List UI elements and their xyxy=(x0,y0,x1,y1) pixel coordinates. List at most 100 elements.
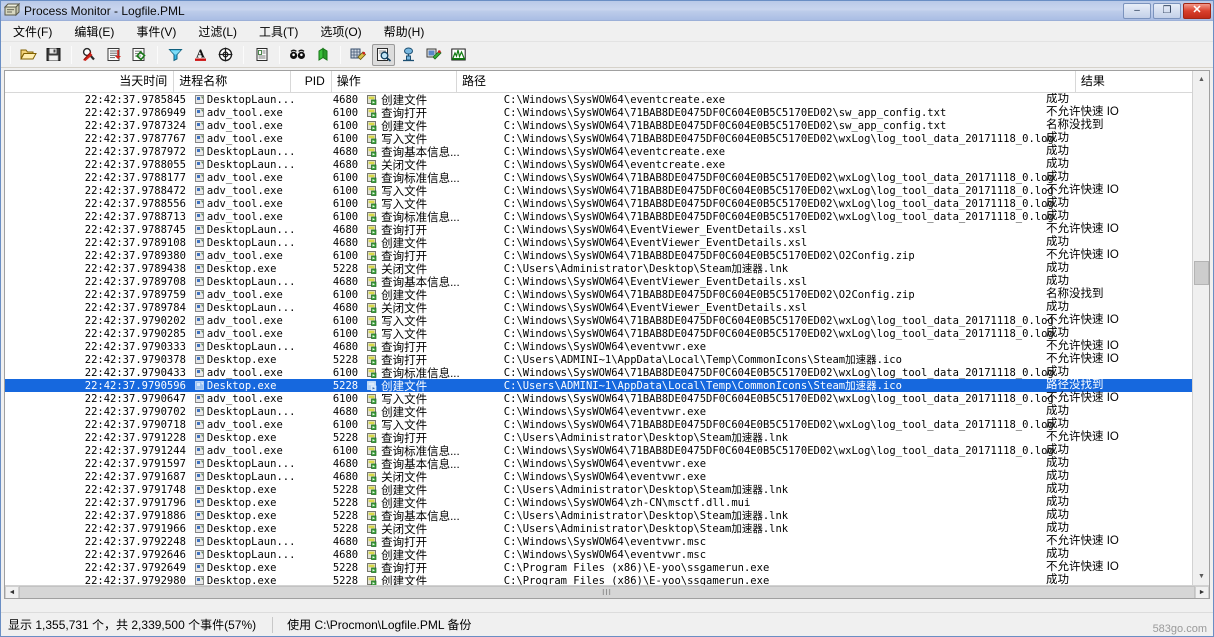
process-icon xyxy=(195,537,204,546)
table-row[interactable]: 22:42:37.9790378 Desktop.exe 5228 查询打开 C:\… xyxy=(5,353,1192,367)
table-row[interactable]: 22:42:37.9789108 DesktopLaun... 4680 创建文件… xyxy=(5,236,1192,250)
operation-icon xyxy=(367,523,378,534)
cell-pid: 5228 xyxy=(332,496,359,509)
table-row[interactable]: 22:42:37.9787972 DesktopLaun... 4680 查询基本… xyxy=(5,145,1192,159)
table-row[interactable]: 22:42:37.9788556 adv_tool.exe 6100 写入文件 C:… xyxy=(5,197,1192,211)
menu-filter[interactable]: 过滤(L) xyxy=(196,21,247,42)
menu-help[interactable]: 帮助(H) xyxy=(382,21,435,42)
registry-activity-icon[interactable] xyxy=(347,44,370,66)
table-row[interactable]: 22:42:37.9789784 DesktopLaun... 4680 关闭文件… xyxy=(5,301,1192,315)
horizontal-scroll-track[interactable]: III xyxy=(19,585,1195,598)
table-row[interactable]: 22:42:37.9785845 DesktopLaun... 4680 创建文件… xyxy=(5,93,1192,107)
column-path[interactable]: 路径 xyxy=(457,71,1076,93)
cell-time: 22:42:37.9791597 xyxy=(84,457,186,470)
table-row[interactable]: 22:42:37.9789438 Desktop.exe 5228 关闭文件 C:\… xyxy=(5,262,1192,276)
process-name-label: DesktopLaun... xyxy=(206,275,296,288)
menu-event[interactable]: 事件(V) xyxy=(134,21,186,42)
horizontal-scrollbar[interactable]: ◄ III ► xyxy=(5,585,1209,598)
table-row[interactable]: 22:42:37.9790702 DesktopLaun... 4680 创建文件… xyxy=(5,405,1192,419)
cell-time: 22:42:37.9788713 xyxy=(84,210,186,223)
window-title: Process Monitor - Logfile.PML xyxy=(24,3,185,18)
table-row[interactable]: 22:42:37.9792646 DesktopLaun... 4680 创建文件… xyxy=(5,548,1192,562)
table-row[interactable]: 22:42:37.9788472 adv_tool.exe 6100 写入文件 C:… xyxy=(5,184,1192,198)
column-process-name[interactable]: 进程名称 xyxy=(174,71,292,93)
column-result[interactable]: 结果 xyxy=(1076,71,1209,93)
jump-icon[interactable] xyxy=(250,44,273,66)
scroll-up-icon[interactable]: ▲ xyxy=(1193,71,1209,88)
status-event-count: 显示 1,355,731 个，共 2,339,500 个事件(57%) xyxy=(8,618,257,632)
cell-process-name: Desktop.exe xyxy=(192,510,322,522)
menu-tools[interactable]: 工具(T) xyxy=(257,21,308,42)
cell-pid: 4680 xyxy=(332,145,359,158)
table-row[interactable]: 22:42:37.9791966 Desktop.exe 5228 关闭文件 C:\… xyxy=(5,522,1192,536)
table-row[interactable]: 22:42:37.9790596 Desktop.exe 5228 创建文件 C:\… xyxy=(5,379,1192,393)
scroll-down-icon[interactable]: ▼ xyxy=(1193,568,1209,585)
menu-edit[interactable]: 编辑(E) xyxy=(72,21,124,42)
table-row[interactable]: 22:42:37.9788177 adv_tool.exe 6100 查询标准信息… xyxy=(5,171,1192,185)
menu-options[interactable]: 选项(O) xyxy=(318,21,371,42)
cell-path: C:\Windows\SysWOW64\71BAB8DE0475DF0C604E… xyxy=(503,249,915,262)
status-bar: 显示 1,355,731 个，共 2,339,500 个事件(57%) 使用 C… xyxy=(1,612,1213,636)
title-bar[interactable]: Process Monitor - Logfile.PML – ❐ ✕ xyxy=(1,1,1213,21)
cell-process-name: Desktop.exe xyxy=(192,497,322,509)
horizontal-scroll-thumb[interactable]: III xyxy=(19,585,1195,598)
process-name-label: adv_tool.exe xyxy=(206,249,283,262)
table-row[interactable]: 22:42:37.9786949 adv_tool.exe 6100 查询打开 C:… xyxy=(5,106,1192,120)
operation-icon xyxy=(367,159,378,170)
close-button[interactable]: ✕ xyxy=(1183,2,1211,19)
cell-path: C:\Windows\SysWOW64\71BAB8DE0475DF0C604E… xyxy=(503,132,1054,145)
find-icon[interactable] xyxy=(286,44,309,66)
table-row[interactable]: 22:42:37.9792248 DesktopLaun... 4680 查询打开… xyxy=(5,535,1192,549)
table-row[interactable]: 22:42:37.9790285 adv_tool.exe 6100 写入文件 C:… xyxy=(5,327,1192,341)
file-activity-icon[interactable] xyxy=(372,43,395,66)
vertical-scrollbar[interactable]: ▲ ▼ xyxy=(1192,71,1209,585)
table-row[interactable]: 22:42:37.9788713 adv_tool.exe 6100 查询标准信息… xyxy=(5,210,1192,224)
table-row[interactable]: 22:42:37.9792980 Desktop.exe 5228 创建文件 C:\… xyxy=(5,574,1192,585)
table-row[interactable]: 22:42:37.9791597 DesktopLaun... 4680 查询基本… xyxy=(5,457,1192,471)
table-row[interactable]: 22:42:37.9789759 adv_tool.exe 6100 创建文件 C:… xyxy=(5,288,1192,302)
table-row[interactable]: 22:42:37.9790202 adv_tool.exe 6100 写入文件 C:… xyxy=(5,314,1192,328)
column-time[interactable]: 当天时间 xyxy=(5,71,175,93)
process-name-label: adv_tool.exe xyxy=(206,444,283,457)
network-activity-icon[interactable] xyxy=(397,44,420,66)
status-separator xyxy=(272,616,274,633)
maximize-button[interactable]: ❐ xyxy=(1153,2,1181,19)
process-monitor-window: Process Monitor - Logfile.PML – ❐ ✕ 文件(F… xyxy=(0,0,1214,637)
operation-icon xyxy=(367,471,378,482)
table-row[interactable]: 22:42:37.9792649 Desktop.exe 5228 查询打开 C:\… xyxy=(5,561,1192,575)
menu-file[interactable]: 文件(F) xyxy=(11,21,62,42)
minimize-button[interactable]: – xyxy=(1123,2,1151,19)
capture-icon[interactable] xyxy=(78,44,101,66)
save-icon[interactable] xyxy=(42,44,65,66)
process-activity-icon[interactable] xyxy=(422,44,445,66)
vertical-scroll-thumb[interactable] xyxy=(1194,261,1209,285)
process-name-label: Desktop.exe xyxy=(206,522,277,535)
highlight-icon[interactable]: A xyxy=(189,44,212,66)
process-name-label: adv_tool.exe xyxy=(206,132,283,145)
scroll-right-icon[interactable]: ► xyxy=(1195,585,1209,598)
table-row[interactable]: 22:42:37.9791228 Desktop.exe 5228 查询打开 C:\… xyxy=(5,431,1192,445)
process-name-label: DesktopLaun... xyxy=(206,470,296,483)
clear-icon[interactable] xyxy=(128,44,151,66)
table-row[interactable]: 22:42:37.9788055 DesktopLaun... 4680 关闭文件… xyxy=(5,158,1192,172)
table-row[interactable]: 22:42:37.9790647 adv_tool.exe 6100 写入文件 C:… xyxy=(5,392,1192,406)
table-row[interactable]: 22:42:37.9789708 DesktopLaun... 4680 查询基本… xyxy=(5,275,1192,289)
table-row[interactable]: 22:42:37.9791244 adv_tool.exe 6100 查询标准信息… xyxy=(5,444,1192,458)
cell-time: 22:42:37.9792980 xyxy=(84,574,186,586)
table-row[interactable]: 22:42:37.9788745 DesktopLaun... 4680 查询打开… xyxy=(5,223,1192,237)
profiling-icon[interactable] xyxy=(447,44,470,66)
process-icon xyxy=(195,225,204,234)
table-row[interactable]: 22:42:37.9787767 adv_tool.exe 6100 写入文件 C:… xyxy=(5,132,1192,146)
process-icon xyxy=(195,212,204,221)
jump-to-object-icon[interactable] xyxy=(311,44,334,66)
column-operation[interactable]: 操作 xyxy=(332,71,457,93)
autoscroll-icon[interactable] xyxy=(103,44,126,66)
event-rows[interactable]: 22:42:37.9785845 DesktopLaun... 4680 创建文件… xyxy=(5,93,1192,585)
table-row[interactable]: 22:42:37.9787324 adv_tool.exe 6100 创建文件 C:… xyxy=(5,119,1192,133)
table-row[interactable]: 22:42:37.9791748 Desktop.exe 5228 创建文件 C:\… xyxy=(5,483,1192,497)
open-icon[interactable] xyxy=(17,44,40,66)
scroll-left-icon[interactable]: ◄ xyxy=(5,585,19,598)
column-pid[interactable]: PID xyxy=(291,71,332,93)
filter-icon[interactable] xyxy=(164,44,187,66)
crosshair-icon[interactable] xyxy=(214,44,237,66)
